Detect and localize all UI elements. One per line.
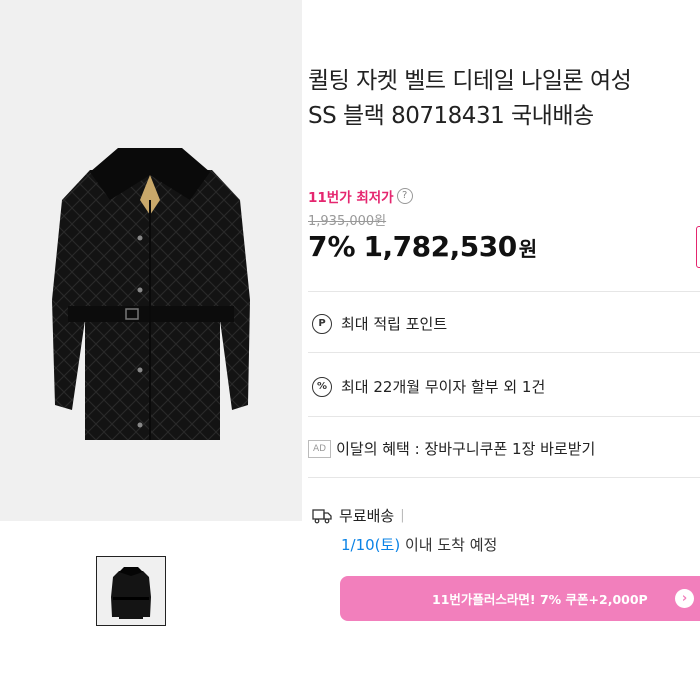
- product-thumbnail[interactable]: [96, 556, 166, 626]
- points-icon: P: [312, 313, 332, 334]
- title-line-2: SS 블랙 80718431 국내배송: [308, 103, 594, 129]
- monthly-benefit-label: 이달의 혜택 : 장바구니쿠폰 1장 바로받기: [336, 440, 596, 458]
- arrival-suffix: 이내 도착 예정: [400, 536, 498, 554]
- product-title: 퀼팅 자켓 벨트 디테일 나일론 여성 SS 블랙 80718431 국내배송: [308, 64, 700, 134]
- percent-icon: %: [312, 376, 332, 397]
- truck-icon: [312, 508, 332, 524]
- plus-membership-banner[interactable]: 11번가플러스라면! 7% 쿠폰+2,000P ›: [340, 576, 700, 621]
- max-points-label: 최대 적립 포인트: [341, 315, 448, 333]
- lowest-price-text: 11번가 최저가: [308, 190, 394, 206]
- divider: [308, 291, 700, 292]
- monthly-benefit-row[interactable]: AD 이달의 혜택 : 장바구니쿠폰 1장 바로받기: [308, 438, 596, 459]
- product-main-image: [0, 0, 302, 521]
- divider: [308, 416, 700, 417]
- divider: [308, 352, 700, 353]
- arrival-date: 1/10(토): [341, 536, 401, 554]
- max-points-row[interactable]: P 최대 적립 포인트: [312, 313, 447, 334]
- shipping-row: 무료배송 |: [312, 505, 405, 526]
- original-price: 1,935,000원: [308, 214, 387, 229]
- chevron-right-icon: ›: [675, 589, 694, 608]
- currency-unit: 원: [518, 237, 538, 261]
- lowest-price-label: 11번가 최저가 ?: [308, 186, 413, 206]
- sale-price: 1,782,530: [363, 230, 518, 263]
- installment-label: 최대 22개월 무이자 할부 외 1건: [341, 378, 546, 396]
- divider: [308, 477, 700, 478]
- ad-badge: AD: [308, 439, 332, 458]
- separator: |: [400, 508, 405, 523]
- sale-price-row: 7% 1,782,530 원: [308, 230, 537, 263]
- help-icon[interactable]: ?: [396, 188, 413, 204]
- discount-rate: 7%: [308, 230, 356, 263]
- title-line-1: 퀼팅 자켓 벨트 디테일 나일론 여성: [308, 68, 632, 94]
- free-shipping-label: 무료배송: [339, 507, 395, 525]
- installment-row[interactable]: % 최대 22개월 무이자 할부 외 1건: [312, 376, 545, 397]
- arrival-estimate: 1/10(토) 이내 도착 예정: [341, 534, 497, 555]
- cut-off-button[interactable]: [696, 226, 700, 268]
- plus-banner-text: 11번가플러스라면! 7% 쿠폰+2,000P: [432, 592, 648, 607]
